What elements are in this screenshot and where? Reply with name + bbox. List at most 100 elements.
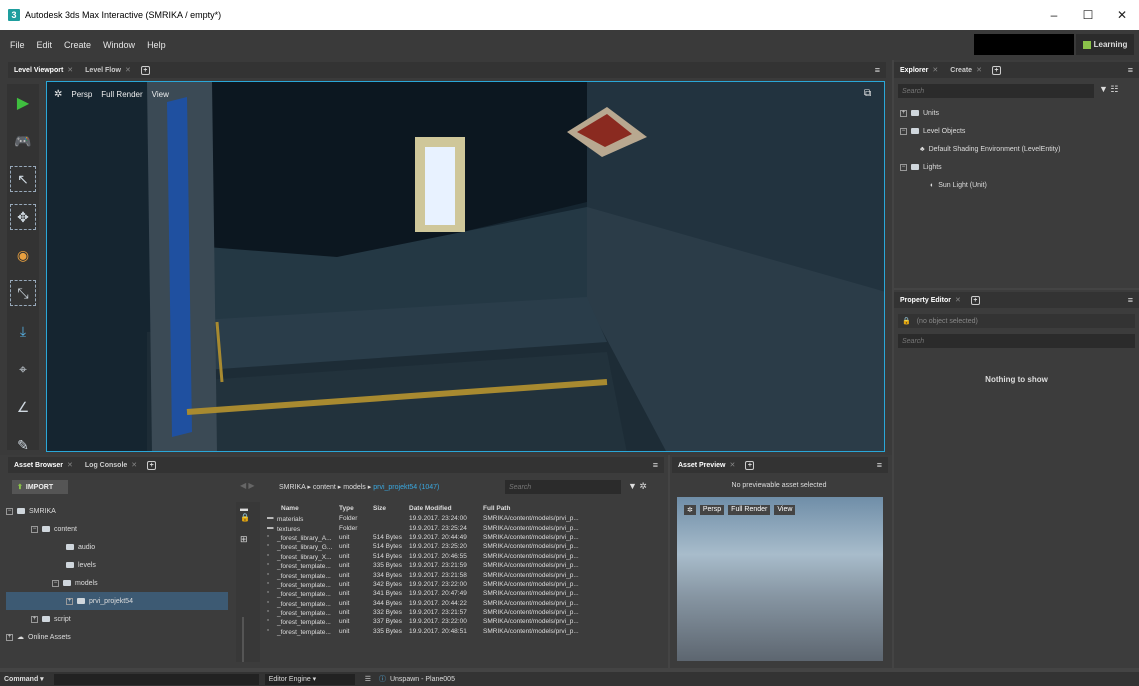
- table-row[interactable]: ▬ materials Folder 19.9.2017. 23:24:00 SMRI…: [263, 514, 663, 523]
- command-dropdown[interactable]: Command ▾: [0, 675, 48, 683]
- menu-window[interactable]: Window: [97, 40, 141, 50]
- view-button[interactable]: View: [152, 90, 169, 99]
- tab-property-editor[interactable]: Property Editor ✕: [894, 292, 967, 308]
- select-tool-icon[interactable]: ↖: [10, 166, 36, 192]
- table-row[interactable]: ▫ _forest_template... unit 335 Bytes 19.9.2…: [263, 561, 663, 570]
- menu-create[interactable]: Create: [58, 40, 97, 50]
- add-tab-icon[interactable]: +: [147, 460, 157, 470]
- filter-icon[interactable]: ▼ ☷: [1099, 84, 1118, 95]
- col-date[interactable]: Date Modified: [409, 505, 483, 512]
- preview-viewport[interactable]: [677, 497, 883, 661]
- tree-item-lights[interactable]: − Lights: [900, 158, 1135, 176]
- table-row[interactable]: ▫ _forest_library_A... unit 514 Bytes 19.9.…: [263, 533, 663, 542]
- add-tab-icon[interactable]: +: [991, 65, 1001, 75]
- folder-levels[interactable]: levels: [6, 556, 228, 574]
- folder-online-assets[interactable]: + ☁ Online Assets: [6, 628, 228, 646]
- filter-settings-icon[interactable]: ▼ ✲: [628, 481, 647, 492]
- menu-edit[interactable]: Edit: [31, 40, 59, 50]
- folder-script[interactable]: + script: [6, 610, 228, 628]
- close-icon[interactable]: ✕: [955, 296, 961, 304]
- crumb-content[interactable]: content: [313, 484, 336, 491]
- collapse-icon[interactable]: −: [900, 163, 907, 171]
- menu-file[interactable]: File: [4, 40, 31, 50]
- table-row[interactable]: ▫ _forest_template... unit 334 Bytes 19.9.2…: [263, 570, 663, 580]
- close-button[interactable]: ✕: [1105, 8, 1139, 22]
- move-tool-icon[interactable]: ✥: [10, 204, 36, 230]
- play-icon[interactable]: ▶: [10, 90, 36, 116]
- engine-dropdown[interactable]: Editor Engine ▾: [264, 673, 355, 685]
- close-icon[interactable]: ✕: [932, 66, 938, 74]
- table-row[interactable]: ▫ _forest_template... unit 337 Bytes 19.9.2…: [263, 617, 663, 626]
- add-asset-icon[interactable]: ⊞: [240, 534, 260, 545]
- folder-view-icon[interactable]: ▬ 🔒: [240, 504, 260, 522]
- table-row[interactable]: ▬ textures Folder 19.9.2017. 23:25:24 SMRIK…: [263, 523, 663, 533]
- log-list-icon[interactable]: ☰: [365, 675, 371, 683]
- col-path[interactable]: Full Path: [483, 505, 661, 512]
- collapse-icon[interactable]: −: [900, 127, 907, 135]
- close-icon[interactable]: ✕: [976, 66, 982, 74]
- tab-asset-preview[interactable]: Asset Preview ✕: [672, 457, 741, 473]
- minimize-button[interactable]: –: [1037, 8, 1071, 22]
- collapse-icon[interactable]: −: [31, 525, 38, 533]
- tree-item-shading-environment[interactable]: ♣ Default Shading Environment (LevelEntit…: [900, 140, 1135, 158]
- tab-level-flow[interactable]: Level Flow ✕: [79, 62, 137, 78]
- size-slider[interactable]: [242, 617, 254, 662]
- crumb-models[interactable]: models: [343, 484, 366, 491]
- table-row[interactable]: ▫ _forest_template... unit 332 Bytes 19.9.2…: [263, 608, 663, 617]
- table-row[interactable]: ▫ _forest_library_G... unit 514 Bytes 19.9.…: [263, 542, 663, 551]
- full-render-button[interactable]: Full Render: [101, 90, 142, 99]
- gear-icon[interactable]: ✲: [54, 89, 62, 100]
- collapse-icon[interactable]: −: [52, 579, 59, 587]
- tree-item-level-objects[interactable]: − Level Objects: [900, 122, 1135, 140]
- table-row[interactable]: ▫ _forest_template... unit 342 Bytes 19.9.2…: [263, 580, 663, 589]
- property-search-input[interactable]: Search: [898, 334, 1135, 348]
- learning-button[interactable]: Learning: [1076, 34, 1134, 55]
- angle-icon[interactable]: ∠: [10, 394, 36, 420]
- col-type[interactable]: Type: [339, 505, 373, 512]
- add-tab-icon[interactable]: +: [140, 65, 150, 75]
- folder-content[interactable]: − content: [6, 520, 228, 538]
- asset-search-input[interactable]: Search: [505, 480, 621, 494]
- level-viewport[interactable]: [46, 81, 885, 452]
- close-icon[interactable]: ✕: [131, 461, 137, 469]
- add-tab-icon[interactable]: +: [745, 460, 755, 470]
- menu-icon[interactable]: ≡: [875, 65, 880, 75]
- menu-icon[interactable]: ≡: [653, 460, 658, 470]
- folder-models[interactable]: − models: [6, 574, 228, 592]
- tab-asset-browser[interactable]: Asset Browser ✕: [8, 457, 79, 473]
- table-row[interactable]: ▫ _forest_template... unit 335 Bytes 19.9.2…: [263, 627, 663, 636]
- command-input[interactable]: [53, 673, 259, 685]
- menu-icon[interactable]: ≡: [1128, 295, 1133, 305]
- crumb-current[interactable]: prvi_projekt54 (1047): [373, 484, 439, 491]
- table-row[interactable]: ▫ _forest_template... unit 341 Bytes 19.9.2…: [263, 589, 663, 598]
- preview-render-button[interactable]: Full Render: [728, 505, 771, 515]
- folder-audio[interactable]: audio: [6, 538, 228, 556]
- tree-item-units[interactable]: + Units: [900, 104, 1135, 122]
- history-nav[interactable]: ◀ ▶: [240, 481, 255, 490]
- menu-icon[interactable]: ≡: [877, 460, 882, 470]
- table-row[interactable]: ▫ _forest_library_X... unit 514 Bytes 19.9.…: [263, 552, 663, 561]
- crumb-smrika[interactable]: SMRIKA: [279, 484, 305, 491]
- maximize-button[interactable]: ☐: [1071, 8, 1105, 22]
- expand-icon[interactable]: +: [6, 633, 13, 641]
- import-button[interactable]: ⬆ IMPORT: [12, 480, 68, 494]
- tab-log-console[interactable]: Log Console ✕: [79, 457, 143, 473]
- close-icon[interactable]: ✕: [125, 66, 131, 74]
- close-icon[interactable]: ✕: [67, 66, 73, 74]
- preview-persp-button[interactable]: Persp: [699, 505, 725, 515]
- folder-prvi-projekt54[interactable]: + prvi_projekt54: [6, 592, 228, 610]
- col-size[interactable]: Size: [373, 505, 409, 512]
- rotate-tool-icon[interactable]: ◉: [10, 242, 36, 268]
- collapse-icon[interactable]: −: [6, 507, 13, 515]
- tab-explorer[interactable]: Explorer ✕: [894, 62, 944, 78]
- add-tab-icon[interactable]: +: [970, 295, 980, 305]
- tab-level-viewport[interactable]: Level Viewport ✕: [8, 62, 79, 78]
- close-icon[interactable]: ✕: [729, 461, 735, 469]
- expand-icon[interactable]: +: [66, 597, 73, 605]
- folder-smrika[interactable]: − SMRIKA: [6, 502, 228, 520]
- snap-down-icon[interactable]: ⤓: [10, 318, 36, 344]
- menu-help[interactable]: Help: [141, 40, 172, 50]
- persp-button[interactable]: Persp: [71, 90, 92, 99]
- menu-icon[interactable]: ≡: [1128, 65, 1133, 75]
- col-name[interactable]: Name: [263, 505, 339, 512]
